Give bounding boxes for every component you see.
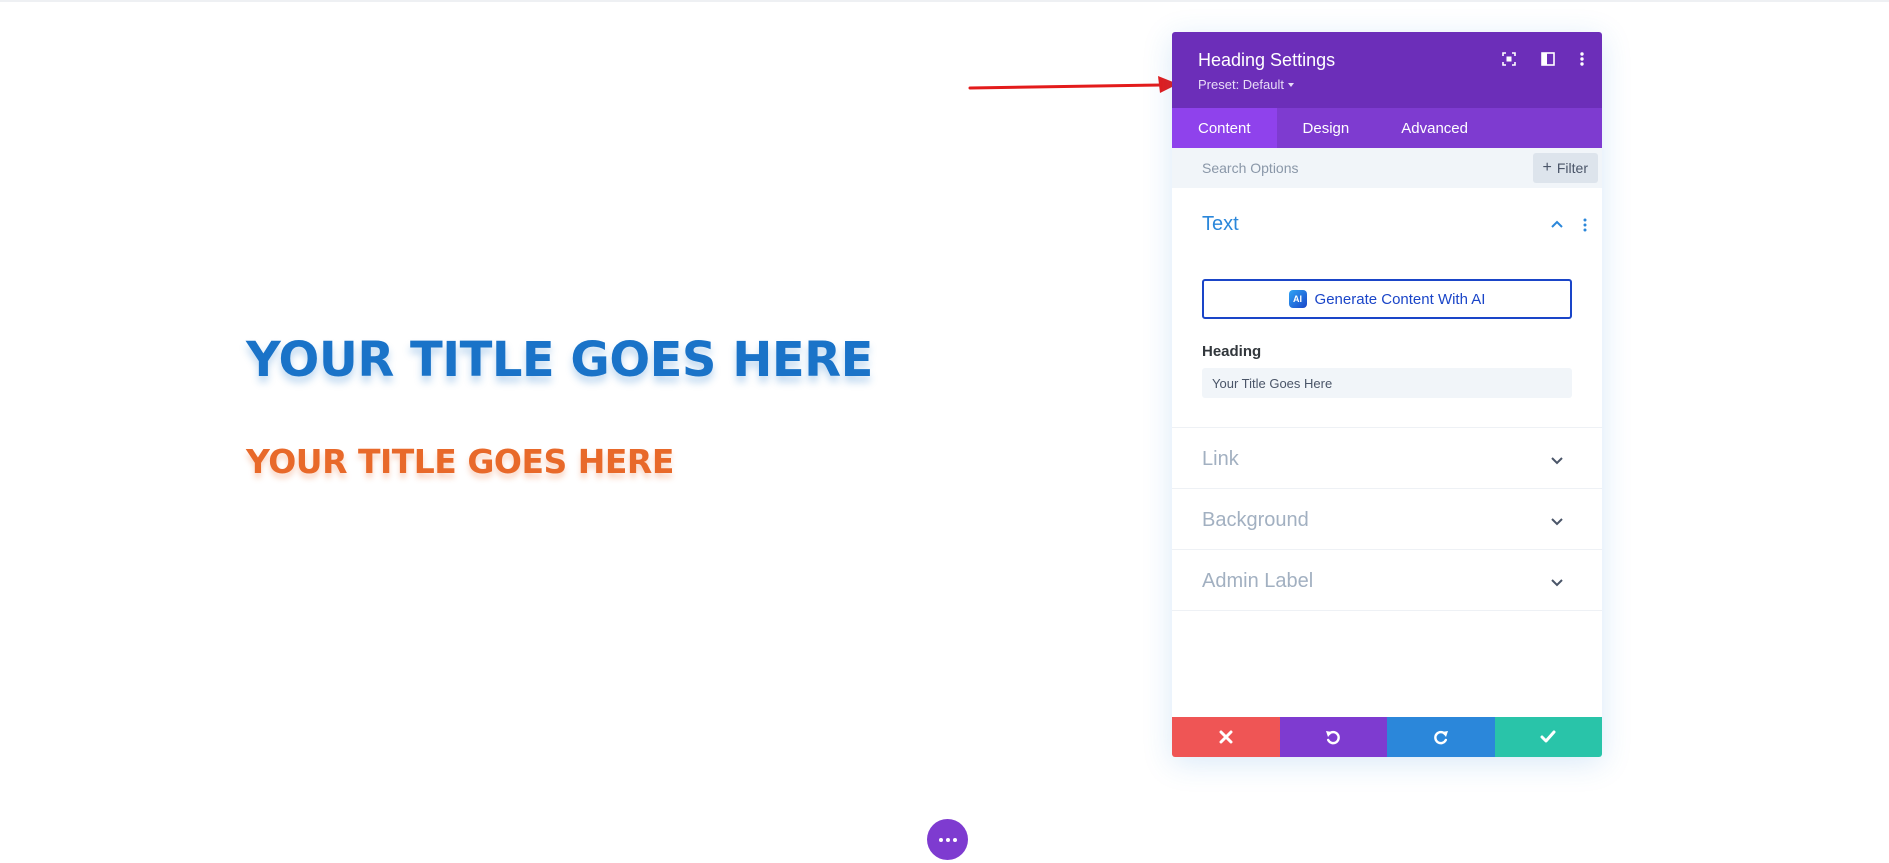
- heading-field-label: Heading: [1202, 343, 1262, 360]
- caret-down-icon: [1288, 83, 1294, 87]
- ai-icon: AI: [1288, 290, 1307, 308]
- tab-advanced[interactable]: Advanced: [1375, 108, 1494, 148]
- sidebar-toggle-icon[interactable]: [1539, 50, 1557, 68]
- undo-button[interactable]: [1279, 717, 1387, 757]
- preset-label: Preset: Default: [1198, 77, 1284, 92]
- panel-header[interactable]: Heading Settings Preset: Default: [1172, 32, 1602, 108]
- dot-icon: [938, 837, 943, 842]
- panel-tabs: Content Design Advanced: [1172, 108, 1602, 148]
- generate-ai-label: Generate Content With AI: [1314, 290, 1486, 308]
- save-check-icon: [1540, 730, 1556, 743]
- generate-ai-button[interactable]: AI Generate Content With AI: [1202, 279, 1572, 319]
- redo-button[interactable]: [1387, 717, 1495, 757]
- chevron-down-icon[interactable]: [1550, 453, 1564, 467]
- undo-icon: [1326, 730, 1341, 745]
- section-text-title[interactable]: Text: [1202, 213, 1239, 236]
- filter-label: Filter: [1556, 160, 1588, 176]
- chevron-up-icon[interactable]: [1550, 218, 1564, 232]
- more-options-button[interactable]: [927, 819, 968, 860]
- annotation-arrow: [968, 76, 1178, 93]
- preset-dropdown[interactable]: Preset: Default: [1198, 77, 1294, 92]
- section-background-title: Background: [1202, 509, 1309, 531]
- section-background[interactable]: Background: [1172, 489, 1602, 550]
- top-border: [0, 0, 1889, 2]
- page-heading-primary[interactable]: YOUR TITLE GOES HERE: [246, 332, 873, 388]
- panel-title: Heading Settings: [1198, 50, 1336, 70]
- cancel-button[interactable]: [1172, 717, 1280, 757]
- search-row: + Filter: [1172, 148, 1602, 188]
- save-button[interactable]: [1494, 717, 1602, 757]
- more-vertical-icon[interactable]: [1573, 50, 1591, 68]
- tab-design[interactable]: Design: [1277, 108, 1376, 148]
- dot-icon: [952, 837, 957, 842]
- heading-settings-panel: Heading Settings Preset: Default Content…: [1172, 32, 1602, 757]
- page-heading-secondary[interactable]: YOUR TITLE GOES HERE: [246, 442, 674, 481]
- panel-footer: [1172, 717, 1602, 757]
- section-link-title: Link: [1202, 448, 1239, 470]
- dot-icon: [945, 837, 950, 842]
- chevron-down-icon[interactable]: [1550, 575, 1564, 589]
- cancel-icon: [1219, 730, 1233, 744]
- section-link[interactable]: Link: [1172, 428, 1602, 489]
- section-admin-label[interactable]: Admin Label: [1172, 550, 1602, 611]
- section-options-icon[interactable]: [1582, 218, 1588, 232]
- section-admin-label-title: Admin Label: [1202, 570, 1314, 592]
- tab-content[interactable]: Content: [1172, 108, 1277, 148]
- section-text: Text AI Generate Content With AI Heading: [1172, 188, 1602, 428]
- redo-icon: [1433, 730, 1448, 745]
- filter-button[interactable]: + Filter: [1532, 153, 1598, 183]
- chevron-down-icon[interactable]: [1550, 514, 1564, 528]
- search-options-input[interactable]: [1172, 148, 1522, 188]
- expand-icon[interactable]: [1500, 50, 1518, 68]
- heading-field-input[interactable]: [1202, 368, 1572, 398]
- plus-icon: +: [1542, 159, 1552, 176]
